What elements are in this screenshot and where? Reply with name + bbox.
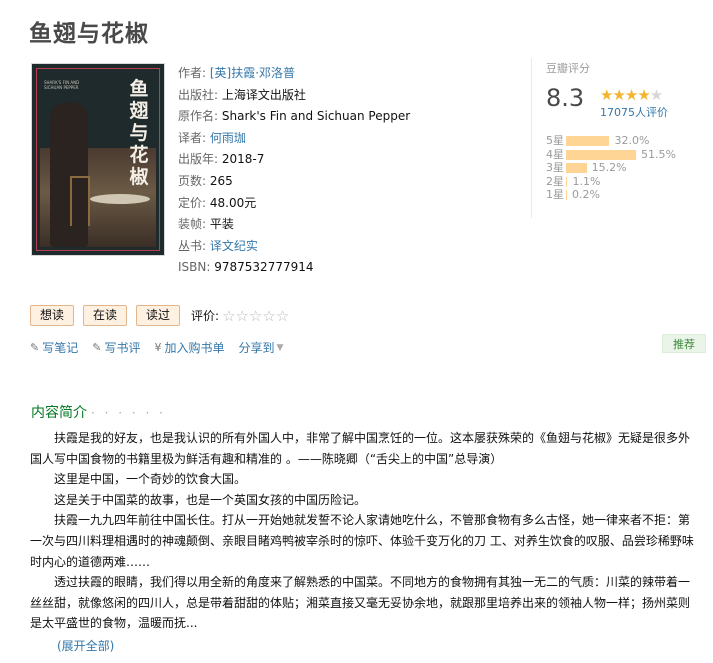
rating-bar-fill — [566, 149, 636, 160]
rating-bar-percent: 32.0% — [614, 134, 650, 147]
translator-label: 译者: — [178, 130, 207, 145]
cover-subtitle: SHARK'S FIN AND SICHUAN PEPPER — [44, 80, 80, 90]
intro-paragraph: 扶霞一九九四年前往中国长住。打从一开始她就发誓不论人家请她吃什么，不管那食物有多… — [30, 513, 694, 569]
price-label: 定价: — [178, 195, 207, 210]
rating-bar-percent: 1.1% — [572, 174, 601, 188]
cover-title: 鱼翅与花椒 — [129, 78, 149, 188]
intro-title: 内容简介 — [31, 405, 87, 421]
write-note-link[interactable]: ✎ 写笔记 — [30, 339, 78, 356]
book-info: 作者: [英]扶霞·邓洛普 出版社: 上海译文出版社 原作名: Shark's … — [178, 63, 410, 279]
rating-bar-row: 2星 1.1% — [546, 175, 676, 189]
intro-paragraph: 这是关于中国菜的故事，也是一个英国女孩的中国历险记。 — [54, 492, 367, 507]
binding-value: 平装 — [209, 217, 234, 232]
rating-bar-label: 5星 — [546, 134, 564, 147]
year-value: 2018-7 — [221, 152, 265, 167]
rating-bar-label: 2星 — [546, 174, 564, 188]
filled-stars: ★★★★ — [600, 86, 651, 104]
original-title-value: Shark's Fin and Sichuan Pepper — [221, 109, 411, 124]
pages-label: 页数: — [178, 173, 207, 188]
empty-star: ★ — [649, 86, 663, 104]
rating-distribution: 5星 32.0% 4星 51.5% 3星 15.2% 2星 1.1% 1星 0.2% — [546, 134, 676, 202]
rating-votes-link[interactable]: 17075人评价 — [600, 104, 668, 120]
rating-score: 8.3 — [546, 84, 585, 112]
year-label: 出版年: — [178, 152, 219, 167]
share-dropdown[interactable]: 分享到 ▼ — [238, 339, 283, 356]
rating-bar-row: 4星 51.5% — [546, 148, 676, 162]
write-review-label: 写书评 — [104, 341, 141, 355]
rate-label: 评价: — [191, 309, 220, 323]
write-note-label: 写笔记 — [42, 341, 79, 355]
isbn-label: ISBN: — [178, 260, 211, 275]
original-title-label: 原作名: — [178, 109, 219, 124]
pencil-icon: ✎ — [92, 341, 102, 354]
isbn-value: 9787532777914 — [214, 260, 314, 275]
rating-bar-row: 1星 0.2% — [546, 188, 676, 202]
price-value: 48.00元 — [209, 195, 257, 210]
reading-button[interactable]: 在读 — [83, 305, 128, 326]
intro-paragraph: 透过扶霞的眼睛，我们得以用全新的角度来了解熟悉的中国菜。不同地方的食物拥有其独一… — [30, 575, 691, 631]
intro-paragraph: 扶霞是我的好友，也是我认识的所有外国人中，非常了解中国烹饪的一位。这本屡获殊荣的… — [30, 431, 691, 466]
chevron-down-icon: ▼ — [276, 342, 284, 353]
rating-stars-icon: ★★★★★ — [600, 86, 663, 104]
add-to-cart-label: 加入购书单 — [164, 341, 225, 355]
rating-bar-row: 5星 32.0% — [546, 134, 676, 148]
rating-bar-fill — [566, 136, 610, 146]
rating-bar-fill — [566, 163, 587, 174]
yen-icon: ¥ — [154, 341, 162, 354]
action-bar: 想读 在读 读过 评价: ☆☆☆☆☆ — [30, 305, 289, 326]
rating-panel: 豆瓣评分 8.3 ★★★★★ 17075人评价 5星 32.0% 4星 51.5% 3星… — [531, 58, 681, 218]
intro-text: 扶霞是我的好友，也是我认识的所有外国人中，非常了解中国烹饪的一位。这本屡获殊荣的… — [30, 428, 697, 634]
intro-section-title: 内容简介 · · · · · · — [31, 402, 166, 422]
rating-bar-percent: 15.2% — [591, 161, 627, 175]
rating-bar-fill — [566, 176, 568, 187]
rating-bar-label: 1星 — [546, 188, 564, 202]
rating-label: 豆瓣评分 — [546, 62, 590, 75]
action-links: ✎ 写笔记 ✎ 写书评 ¥ 加入购书单 分享到 ▼ — [30, 339, 297, 356]
expand-all-link[interactable]: (展开全部) — [57, 637, 114, 654]
publisher-value: 上海译文出版社 — [221, 87, 306, 102]
have-read-button[interactable]: 读过 — [136, 305, 181, 326]
pencil-icon: ✎ — [30, 341, 40, 354]
book-title: 鱼翅与花椒 — [29, 21, 149, 47]
publisher-label: 出版社: — [178, 87, 219, 102]
rate-stars-input[interactable]: ☆☆☆☆☆ — [222, 307, 289, 325]
rating-bar-fill — [566, 190, 567, 201]
rating-bar-label: 3星 — [546, 161, 564, 175]
add-to-cart-link[interactable]: ¥ 加入购书单 — [154, 339, 224, 356]
translator-link[interactable]: 何雨珈 — [210, 131, 246, 145]
rating-bar-percent: 0.2% — [572, 188, 600, 202]
author-label: 作者: — [178, 66, 207, 80]
recommend-button[interactable]: 推荐 — [662, 334, 706, 353]
binding-label: 装帧: — [178, 217, 207, 232]
intro-dots: · · · · · · — [91, 406, 166, 420]
share-label: 分享到 — [238, 341, 275, 355]
author-link[interactable]: [英]扶霞·邓洛普 — [210, 66, 295, 80]
intro-paragraph: 这里是中国，一个奇妙的饮食大国。 — [54, 472, 247, 487]
write-review-link[interactable]: ✎ 写书评 — [92, 339, 140, 356]
rating-bar-label: 4星 — [546, 147, 564, 161]
rating-bar-row: 3星 15.2% — [546, 161, 676, 175]
series-link[interactable]: 译文纪实 — [210, 239, 258, 253]
series-label: 丛书: — [178, 238, 207, 253]
rating-bar-percent: 51.5% — [641, 147, 676, 161]
want-to-read-button[interactable]: 想读 — [30, 305, 75, 326]
pages-value: 265 — [209, 173, 233, 188]
book-cover-image[interactable]: SHARK'S FIN AND SICHUAN PEPPER 鱼翅与花椒 — [31, 63, 165, 256]
